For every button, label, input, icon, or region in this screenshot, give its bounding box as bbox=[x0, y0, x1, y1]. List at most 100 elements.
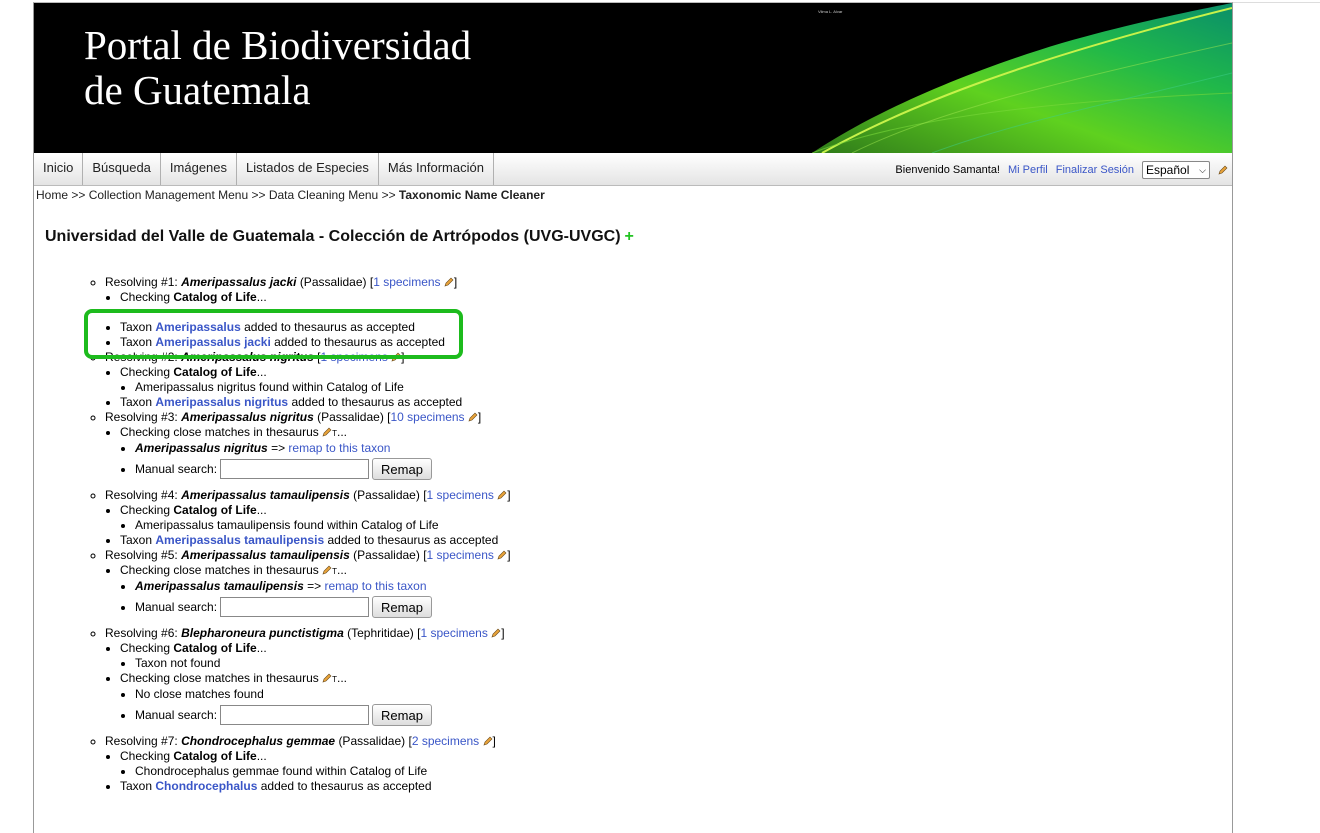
accepted-text: added to thesaurus as accepted bbox=[260, 779, 432, 793]
taxon-link[interactable]: Chondrocephalus bbox=[155, 779, 257, 793]
taxon-name: Ameripassalus nigritus bbox=[181, 410, 314, 424]
list-item: Checking Catalog of Life... bbox=[120, 290, 1232, 305]
remap-link[interactable]: remap to this taxon bbox=[324, 579, 426, 593]
nav-inicio[interactable]: Inicio bbox=[34, 153, 84, 185]
manual-search-label: Manual search: bbox=[135, 707, 218, 722]
result-item: Resolving #6: Blepharoneura punctistigma… bbox=[105, 626, 1232, 734]
result-heading: Resolving #3: bbox=[105, 410, 178, 424]
remap-button[interactable]: Remap bbox=[372, 704, 432, 726]
nav-mas-informacion[interactable]: Más Información bbox=[379, 153, 494, 185]
pencil-icon[interactable] bbox=[444, 277, 454, 287]
logout-link[interactable]: Finalizar Sesión bbox=[1056, 164, 1134, 176]
list-item: Checking Catalog of Life... Taxon not fo… bbox=[120, 641, 1232, 671]
manual-search-input[interactable] bbox=[220, 705, 370, 725]
nav-imagenes[interactable]: Imágenes bbox=[161, 153, 238, 185]
family-name: (Passalidae) bbox=[299, 275, 367, 289]
result-heading: Resolving #6: bbox=[105, 626, 178, 640]
family-name: (Tephritidae) bbox=[347, 626, 414, 640]
pencil-icon[interactable] bbox=[483, 736, 493, 746]
crumb-home[interactable]: Home >> bbox=[36, 188, 85, 202]
site-title-line1: Portal de Biodiversidad bbox=[84, 22, 472, 68]
pencil-icon[interactable] bbox=[1218, 165, 1228, 175]
nav-listados[interactable]: Listados de Especies bbox=[237, 153, 379, 185]
arrow: => bbox=[271, 441, 286, 455]
specimens-link[interactable]: 10 specimens bbox=[391, 410, 465, 424]
welcome-text: Bienvenido Samanta! bbox=[895, 164, 1000, 176]
pencil-icon[interactable] bbox=[322, 427, 332, 437]
page-title: Universidad del Valle de Guatemala - Col… bbox=[45, 228, 634, 246]
profile-link[interactable]: Mi Perfil bbox=[1008, 164, 1048, 176]
pencil-icon[interactable] bbox=[491, 628, 501, 638]
source-name: Catalog of Life bbox=[173, 290, 257, 304]
check-text: Checking bbox=[120, 641, 171, 655]
result-item: Resolving #1: Ameripassalus jacki (Passa… bbox=[105, 275, 1232, 350]
nav-busqueda[interactable]: Búsqueda bbox=[83, 153, 161, 185]
list-item: Manual search: Remap bbox=[135, 456, 1232, 482]
taxon-word: Taxon bbox=[120, 779, 153, 793]
taxon-word: Taxon bbox=[120, 533, 153, 547]
specimens-link[interactable]: 1 specimens bbox=[373, 275, 440, 289]
taxon-link[interactable]: Ameripassalus nigritus bbox=[155, 395, 288, 409]
crumb-data-cleaning[interactable]: Data Cleaning Menu >> bbox=[269, 188, 396, 202]
main-navbar: Inicio Búsqueda Imágenes Listados de Esp… bbox=[34, 153, 1232, 186]
feather-image bbox=[812, 3, 1232, 153]
result-heading: Resolving #7: bbox=[105, 734, 178, 748]
taxon-word: Taxon bbox=[120, 335, 153, 349]
list-item: Checking Catalog of Life... Ameripassalu… bbox=[120, 365, 1232, 395]
list-item: No close matches found bbox=[135, 687, 1232, 702]
list-item: Checking close matches in thesaurus T...… bbox=[120, 425, 1232, 482]
result-item: Resolving #3: Ameripassalus nigritus (Pa… bbox=[105, 410, 1232, 488]
manual-search-input[interactable] bbox=[220, 597, 370, 617]
pencil-icon[interactable] bbox=[468, 412, 478, 422]
pencil-icon[interactable] bbox=[391, 352, 401, 362]
list-item: Checking close matches in thesaurus T...… bbox=[120, 671, 1232, 728]
site-banner: Portal de Biodiversidad de Guatemala Vil… bbox=[34, 3, 1232, 153]
remap-button[interactable]: Remap bbox=[372, 596, 432, 618]
specimens-link[interactable]: 1 specimens bbox=[427, 488, 494, 502]
taxon-link[interactable]: Ameripassalus jacki bbox=[155, 335, 270, 349]
ellipsis: ... bbox=[256, 749, 267, 763]
ellipsis: ... bbox=[256, 290, 267, 304]
plus-icon[interactable]: + bbox=[625, 228, 634, 245]
taxon-name: Ameripassalus nigritus bbox=[181, 350, 314, 364]
match-name: Ameripassalus tamaulipensis bbox=[135, 579, 304, 593]
specimens-link[interactable]: 2 specimens bbox=[412, 734, 479, 748]
ellipsis: ... bbox=[256, 641, 267, 655]
result-item: Resolving #2: Ameripassalus nigritus [1 … bbox=[105, 350, 1232, 410]
result-heading: Resolving #4: bbox=[105, 488, 178, 502]
taxon-link[interactable]: Ameripassalus tamaulipensis bbox=[155, 533, 324, 547]
specimens-link[interactable]: 1 specimens bbox=[427, 548, 494, 562]
list-item: Ameripassalus nigritus found within Cata… bbox=[135, 380, 1232, 395]
result-heading: Resolving #5: bbox=[105, 548, 178, 562]
pencil-icon[interactable] bbox=[497, 550, 507, 560]
arrow: => bbox=[307, 579, 322, 593]
list-item: Ameripassalus nigritus => remap to this … bbox=[135, 441, 1232, 456]
result-heading: Resolving #2: bbox=[105, 350, 178, 364]
manual-search-label: Manual search: bbox=[135, 461, 218, 476]
family-name: (Passalidae) bbox=[353, 488, 420, 502]
site-title: Portal de Biodiversidad de Guatemala bbox=[84, 23, 471, 113]
list-item: Taxon Chondrocephalus added to thesaurus… bbox=[120, 779, 1232, 794]
remap-link[interactable]: remap to this taxon bbox=[288, 441, 390, 455]
specimens-link[interactable]: 1 specimens bbox=[420, 626, 487, 640]
taxon-name: Ameripassalus tamaulipensis bbox=[181, 488, 350, 502]
manual-search-input[interactable] bbox=[220, 459, 370, 479]
pencil-icon[interactable] bbox=[322, 673, 332, 683]
taxon-link[interactable]: Ameripassalus bbox=[155, 320, 240, 334]
pencil-icon[interactable] bbox=[322, 565, 332, 575]
result-item: Resolving #4: Ameripassalus tamaulipensi… bbox=[105, 488, 1232, 548]
source-name: Catalog of Life bbox=[173, 503, 257, 517]
list-item: Taxon not found bbox=[135, 656, 1232, 671]
ellipsis: ... bbox=[256, 503, 267, 517]
remap-button[interactable]: Remap bbox=[372, 458, 432, 480]
language-select[interactable]: Español ⌵ bbox=[1142, 161, 1210, 179]
list-item: Taxon Ameripassalus nigritus added to th… bbox=[120, 395, 1232, 410]
specimens-link[interactable]: 1 specimens bbox=[320, 350, 387, 364]
source-name: Catalog of Life bbox=[173, 749, 257, 763]
close-matches-text: Checking close matches in thesaurus bbox=[120, 425, 319, 439]
pencil-icon[interactable] bbox=[497, 490, 507, 500]
ellipsis: ... bbox=[256, 365, 267, 379]
result-heading: Resolving #1: bbox=[105, 275, 178, 289]
breadcrumb: Home >> Collection Management Menu >> Da… bbox=[34, 186, 1232, 206]
crumb-collection-menu[interactable]: Collection Management Menu >> bbox=[89, 188, 266, 202]
